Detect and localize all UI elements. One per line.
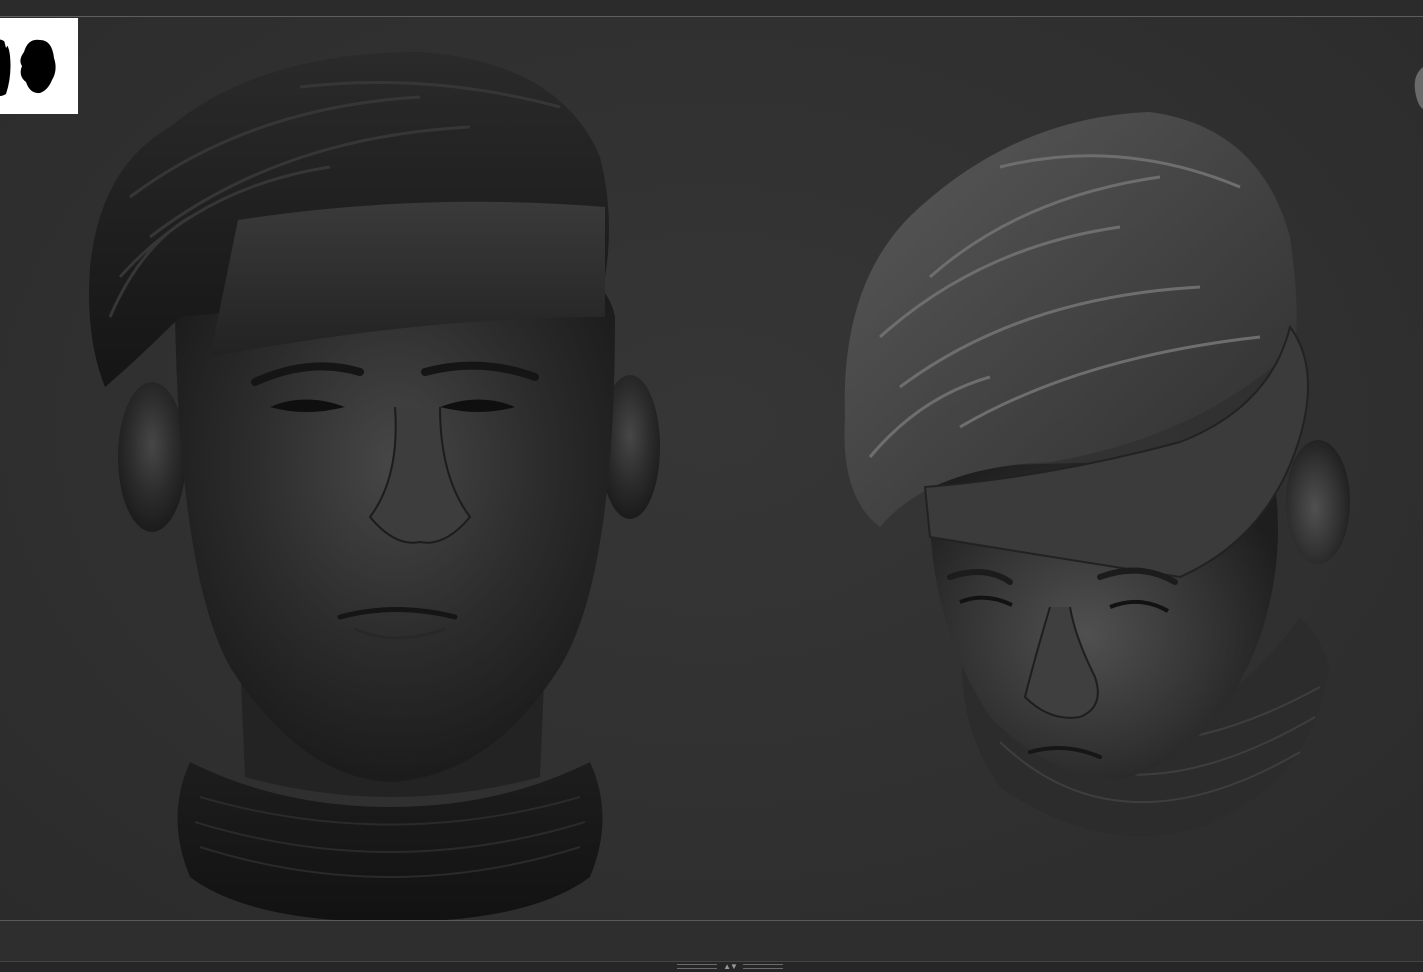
viewport-corner-widget[interactable] <box>1413 65 1423 111</box>
front-head-model[interactable] <box>89 52 660 920</box>
side-ear <box>1286 440 1350 564</box>
top-toolbar-edge <box>0 0 1423 17</box>
head-silhouettes-icon <box>0 39 56 96</box>
tray-collapse-arrows-icon[interactable]: ▲▼ <box>723 962 738 971</box>
viewport-canvas[interactable] <box>0 17 1423 920</box>
3d-viewport[interactable] <box>0 17 1423 920</box>
navigator-thumbnail[interactable] <box>0 18 78 114</box>
tray-toggle-handle[interactable]: ▲▼ <box>664 962 796 971</box>
front-left-ear <box>118 382 186 532</box>
bottom-shelf <box>0 921 1423 961</box>
tray-grip-left <box>677 964 718 969</box>
tray-grip-right <box>742 964 783 969</box>
sculpt-app-window: ▲▼ <box>0 0 1423 972</box>
three-quarter-head-model[interactable] <box>844 112 1350 836</box>
